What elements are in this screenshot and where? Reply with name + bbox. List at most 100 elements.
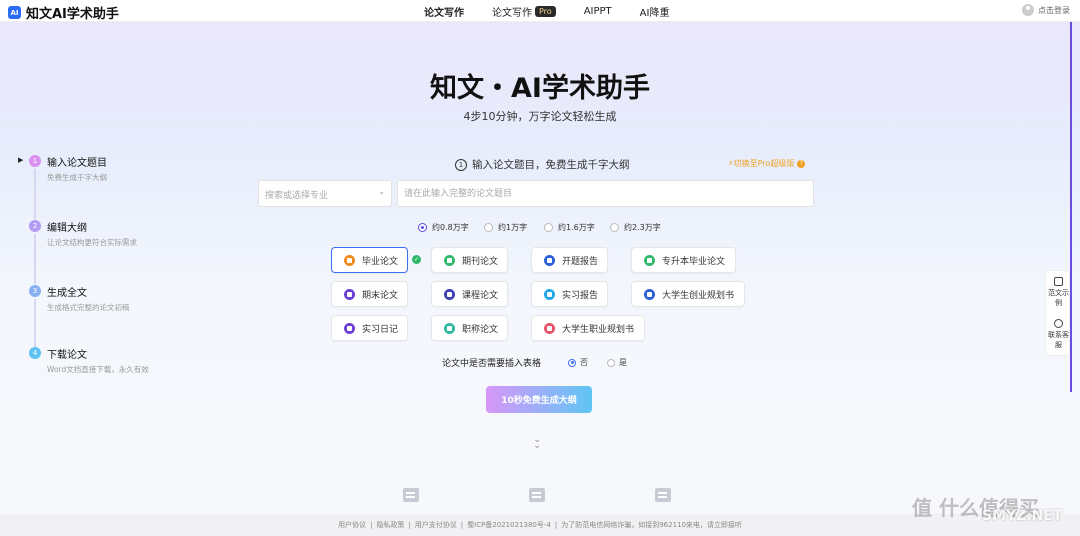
final-paper-icon bbox=[344, 288, 355, 300]
type-chip-career-plan[interactable]: 大学生职业规划书 bbox=[531, 315, 645, 341]
logo-text: 知文AI学术助手 bbox=[26, 7, 119, 22]
login-label: 点击登录 bbox=[1038, 5, 1070, 15]
document-icon bbox=[528, 486, 548, 504]
thesis-title-input[interactable] bbox=[397, 180, 814, 207]
footer-link-privacy[interactable]: 隐私政策 bbox=[376, 520, 404, 530]
step-connector bbox=[34, 299, 36, 349]
type-chip-title-paper[interactable]: 职称论文 bbox=[431, 315, 508, 341]
chip-label: 实习日记 bbox=[362, 324, 399, 335]
nav-label: AIPPT bbox=[583, 6, 612, 17]
length-radio-1w[interactable]: 约1万字 bbox=[484, 222, 527, 233]
user-avatar-icon bbox=[1022, 4, 1034, 16]
chip-label: 实习报告 bbox=[562, 290, 599, 301]
chip-label: 期末论文 bbox=[362, 290, 399, 301]
step-number: 4 bbox=[29, 347, 41, 359]
step-title: 生成全文 bbox=[47, 288, 87, 299]
radio-dot bbox=[418, 223, 427, 232]
nav-item-ai-rewrite[interactable]: AI降重 bbox=[640, 4, 670, 19]
length-radio-0.8w[interactable]: 约0.8万字 bbox=[418, 222, 469, 233]
step-number: 2 bbox=[29, 220, 41, 232]
type-chip-upgrade-thesis[interactable]: 专升本毕业论文 bbox=[631, 247, 736, 273]
title-paper-icon bbox=[444, 322, 455, 334]
nav-item-aippt[interactable]: AIPPT bbox=[584, 4, 612, 19]
chip-label: 开题报告 bbox=[562, 256, 599, 267]
radio-dot bbox=[607, 358, 615, 367]
switch-pro-link[interactable]: ⚡ 切换至Pro超级版 ? bbox=[728, 158, 806, 169]
step-number: 3 bbox=[29, 285, 41, 297]
float-label: 范文示例 bbox=[1048, 289, 1069, 307]
length-radio-2.3w[interactable]: 约2.3万字 bbox=[610, 222, 661, 233]
generate-outline-button[interactable]: 10秒免费生成大纲 bbox=[486, 386, 592, 413]
scroll-down-icon[interactable]: ⌄ ⌄ bbox=[533, 435, 541, 451]
side-float-panel: 范文示例 联系客服 bbox=[1045, 270, 1070, 356]
top-navbar: AI 知文AI学术助手 论文写作 论文写作 Pro AIPPT AI降重 点击登录 bbox=[0, 0, 1080, 22]
logo-mark: AI bbox=[8, 6, 21, 19]
major-select[interactable]: 搜索或选择专业 ⌄ bbox=[258, 180, 392, 207]
type-chip-journal-paper[interactable]: 期刊论文 bbox=[431, 247, 508, 273]
length-radio-1.6w[interactable]: 约1.6万字 bbox=[544, 222, 595, 233]
type-chip-graduation-thesis[interactable]: 毕业论文 bbox=[331, 247, 408, 273]
nav-item-thesis-writing-pro[interactable]: 论文写作 Pro bbox=[492, 4, 556, 19]
watermark-site: SMYZ.NET bbox=[982, 508, 1063, 524]
type-chip-internship-report[interactable]: 实习报告 bbox=[531, 281, 608, 307]
radio-label: 约1万字 bbox=[498, 223, 528, 232]
step-desc: 免费生成千字大纲 bbox=[47, 173, 107, 182]
help-icon[interactable]: ? bbox=[797, 159, 806, 168]
footer-icp[interactable]: 蜀ICP备2021021380号-4 bbox=[467, 520, 551, 530]
hero-subtitle: 4步10分钟，万字论文轻松生成 bbox=[463, 110, 617, 123]
upgrade-icon bbox=[644, 254, 655, 266]
step-connector bbox=[34, 169, 36, 219]
chip-label: 毕业论文 bbox=[362, 256, 399, 267]
type-chip-internship-diary[interactable]: 实习日记 bbox=[331, 315, 408, 341]
table-question: 论文中是否需要插入表格 bbox=[442, 359, 542, 369]
type-chip-final-paper[interactable]: 期末论文 bbox=[331, 281, 408, 307]
selected-check-icon: ✓ bbox=[412, 255, 421, 264]
type-chip-proposal-report[interactable]: 开题报告 bbox=[531, 247, 608, 273]
hero-title: 知文・AI学术助手 bbox=[430, 73, 650, 104]
chip-label: 职称论文 bbox=[462, 324, 499, 335]
radio-label: 约2.3万字 bbox=[624, 223, 661, 232]
chip-label: 大学生创业规划书 bbox=[662, 290, 735, 301]
radio-label: 约0.8万字 bbox=[432, 223, 469, 232]
step-connector bbox=[34, 234, 36, 284]
chat-icon bbox=[1054, 319, 1063, 328]
radio-dot bbox=[568, 358, 576, 367]
radio-label: 约1.6万字 bbox=[558, 223, 595, 232]
chip-label: 大学生职业规划书 bbox=[562, 324, 635, 335]
float-label: 联系客服 bbox=[1048, 331, 1069, 349]
type-chip-startup-plan[interactable]: 大学生创业规划书 bbox=[631, 281, 745, 307]
footer-fraud-notice: 为了防范电信网络诈骗，如接到962110来电，请立即接听 bbox=[561, 521, 742, 529]
logo[interactable]: AI 知文AI学术助手 bbox=[8, 3, 119, 22]
sample-papers-button[interactable]: 范文示例 bbox=[1046, 277, 1071, 308]
step-desc: 让论文结构更符合实际需求 bbox=[47, 238, 137, 247]
contact-support-button[interactable]: 联系客服 bbox=[1046, 319, 1071, 350]
type-chip-course-paper[interactable]: 课程论文 bbox=[431, 281, 508, 307]
footer-link-payment-agreement[interactable]: 用户支付协议 bbox=[415, 520, 457, 530]
current-step-arrow-icon: ▶ bbox=[18, 156, 24, 164]
radio-dot bbox=[484, 223, 493, 232]
nav-item-thesis-writing[interactable]: 论文写作 bbox=[424, 4, 464, 19]
form-heading: 1 输入论文题目，免费生成千字大纲 bbox=[455, 157, 630, 172]
step-desc: 生成格式完整的论文初稿 bbox=[47, 303, 130, 312]
table-radio-no[interactable]: 否 bbox=[568, 357, 588, 368]
form-heading-text: 输入论文题目，免费生成千字大纲 bbox=[472, 159, 630, 171]
step-title: 下载论文 bbox=[47, 350, 87, 361]
main-nav: 论文写作 论文写作 Pro AIPPT AI降重 bbox=[424, 4, 697, 19]
radio-dot bbox=[610, 223, 619, 232]
major-placeholder: 搜索或选择专业 bbox=[265, 191, 329, 201]
startup-icon bbox=[644, 288, 655, 300]
internship-icon bbox=[544, 288, 555, 300]
radio-dot bbox=[544, 223, 553, 232]
table-radio-yes[interactable]: 是 bbox=[607, 357, 627, 368]
graduation-icon bbox=[344, 254, 355, 266]
footer-link-user-agreement[interactable]: 用户协议 bbox=[338, 520, 366, 530]
pro-badge: Pro bbox=[535, 6, 556, 17]
document-icon bbox=[654, 486, 674, 504]
radio-label: 是 bbox=[619, 358, 627, 367]
diary-icon bbox=[344, 322, 355, 334]
step-desc: Word文档直接下载，永久有效 bbox=[47, 365, 149, 374]
login-button[interactable]: 点击登录 bbox=[1022, 4, 1070, 16]
document-icon bbox=[1054, 277, 1063, 286]
step-number: 1 bbox=[29, 155, 41, 167]
nav-label: 论文写作 bbox=[492, 8, 532, 19]
